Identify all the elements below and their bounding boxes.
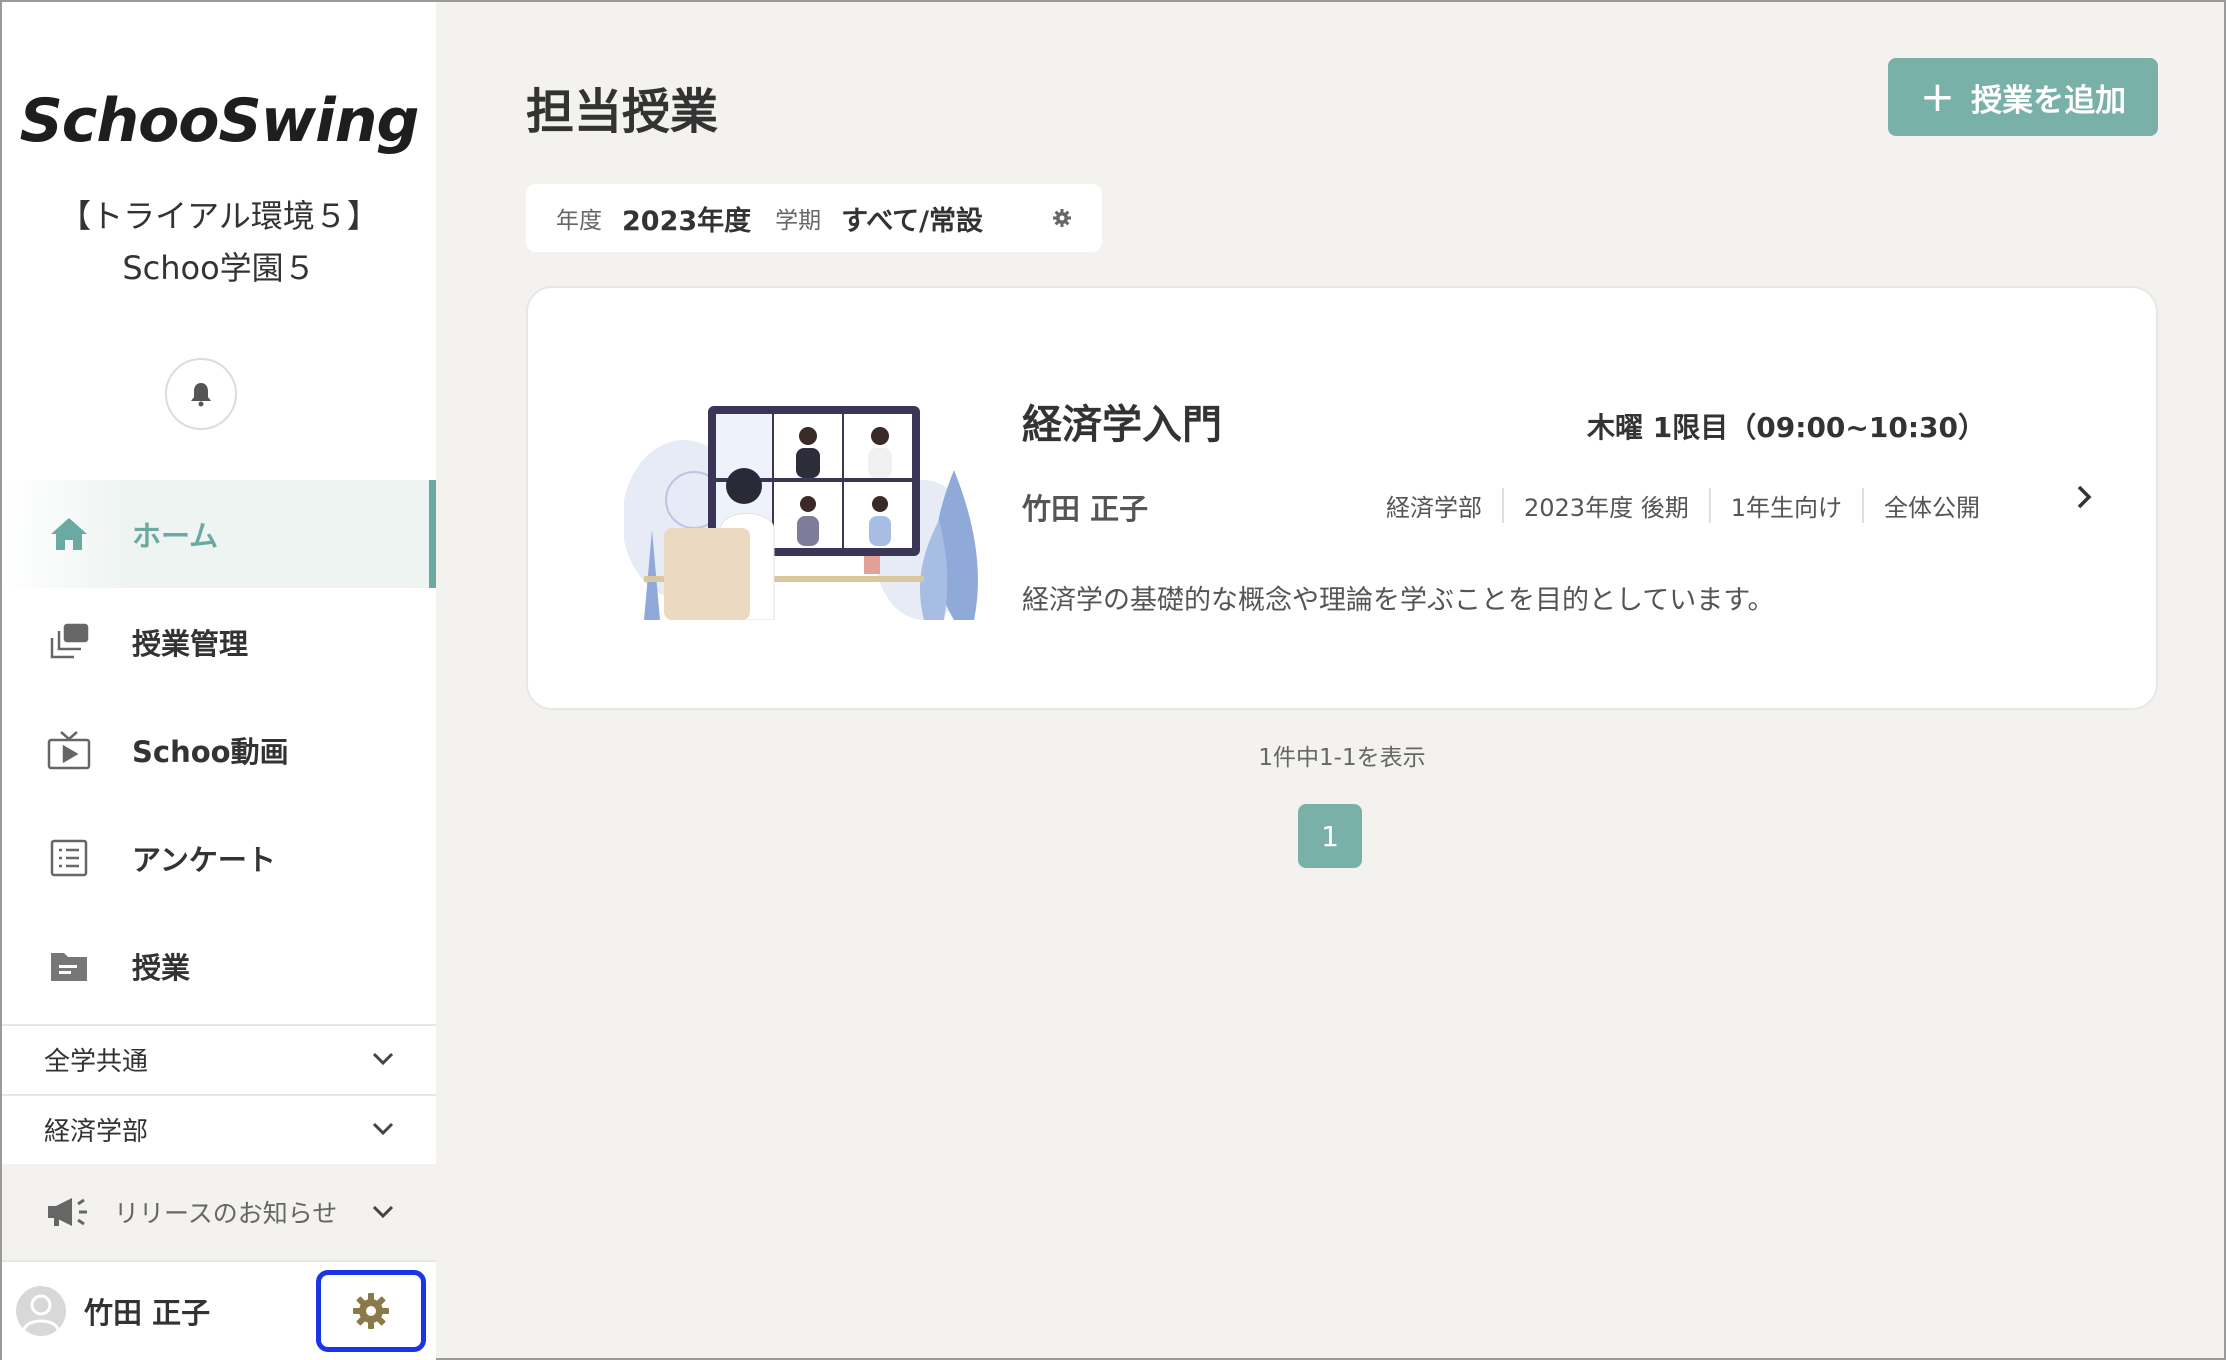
course-tags: 経済学部 2023年度 後期 1年生向け 全体公開 [1366,488,2000,523]
sidebar-item-label: 授業 [132,951,191,985]
add-course-label: 授業を追加 [1971,82,2127,119]
settings-button[interactable] [316,1270,426,1352]
section-economics[interactable]: 経済学部 [2,1094,436,1162]
course-teacher: 竹田 正子 [1022,492,1149,526]
filter-year-key: 年度 [556,208,602,234]
sidebar-item-home[interactable]: ホーム [2,480,436,588]
chevron-down-icon [372,1205,394,1219]
filter-settings-icon[interactable] [1052,208,1072,228]
user-name: 竹田 正子 [84,1296,211,1330]
pagination-page-1[interactable]: 1 [1298,804,1362,868]
tag-term: 2023年度 後期 [1502,488,1709,523]
sidebar-item-label: アンケート [132,843,276,877]
user-icon [22,1294,60,1331]
release-notes[interactable]: リリースのお知らせ [2,1164,436,1260]
sidebar-item-survey[interactable]: アンケート [2,804,436,912]
add-course-button[interactable]: + 授業を追加 [1888,58,2158,136]
tag-faculty: 経済学部 [1386,494,1482,522]
sidebar-item-label: 授業管理 [132,627,249,661]
filter-year-value: 2023年度 [622,205,752,237]
home-icon [46,511,92,557]
sidebar-item-course[interactable]: 授業 [2,912,436,1020]
section-all-faculties[interactable]: 全学共通 [2,1024,436,1092]
sidebar-nav: ホーム 授業管理 Schoo動画 アンケート 授業 [2,480,436,1020]
tag-grade: 1年生向け [1708,488,1862,523]
page-title: 担当授業 [526,84,719,140]
folder-icon [46,943,92,989]
main-content: 担当授業 + 授業を追加 年度 2023年度 学期 すべて/常設 経済学入門 木… [436,2,2224,1358]
list-icon [46,835,92,881]
filter-term-key: 学期 [775,208,822,234]
course-schedule: 木曜 1限目（09:00~10:30） [1587,411,1986,444]
online-class-illustration [624,406,978,620]
course-title[interactable]: 経済学入門 [1022,392,1222,450]
result-count: 1件中1-1を表示 [1258,745,1426,771]
app-logo[interactable]: SchooSwing [2,86,436,156]
section-label: 全学共通 [44,1046,149,1077]
filter-term-value: すべて/常設 [841,205,984,237]
avatar[interactable] [16,1286,66,1336]
course-description: 経済学の基礎的な概念や理論を学ぶことを目的としています。 [1022,585,1775,616]
user-profile: 竹田 正子 [2,1260,436,1360]
release-label: リリースのお知らせ [114,1199,338,1228]
term-filter[interactable]: 年度 2023年度 学期 すべて/常設 [526,184,1102,252]
sidebar-item-label: Schoo動画 [132,735,289,769]
sidebar-item-schoo-video[interactable]: Schoo動画 [2,696,436,804]
chevron-right-icon[interactable] [2076,484,2092,510]
notification-button[interactable] [165,358,237,430]
sidebar-item-course-management[interactable]: 授業管理 [2,588,436,696]
chevron-down-icon [372,1122,394,1136]
section-label: 経済学部 [44,1116,149,1147]
video-icon [46,727,92,773]
gear-icon [353,1293,389,1329]
organization-name: 【トライアル環境５】Schoo学園５ [59,197,379,287]
chevron-down-icon [372,1052,394,1066]
course-card[interactable]: 経済学入門 木曜 1限目（09:00~10:30） 竹田 正子 経済学部 202… [526,286,2158,710]
bell-icon [191,383,211,407]
tag-visibility: 全体公開 [1862,488,2000,523]
sidebar: SchooSwing 【トライアル環境５】Schoo学園５ ホーム 授業管理 S… [2,2,436,1360]
stack-icon [46,619,92,665]
sidebar-item-label: ホーム [132,519,219,553]
megaphone-icon [48,1198,87,1226]
plus-icon: + [1919,72,1956,121]
